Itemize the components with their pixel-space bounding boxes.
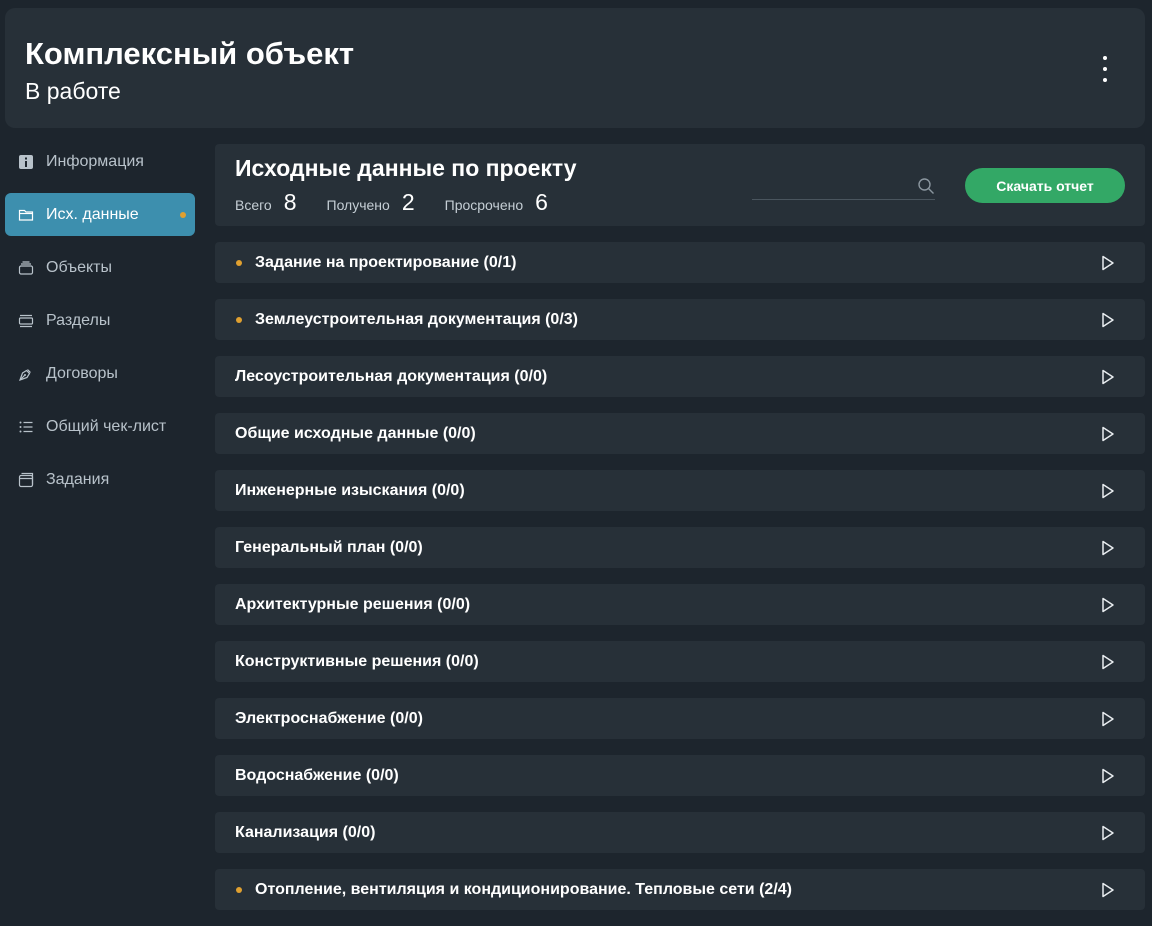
project-title: Комплексный объект (25, 36, 355, 71)
play-arrow-icon (1102, 312, 1114, 328)
section-label: Задание на проектирование (0/1) (255, 253, 517, 271)
layers-icon (18, 313, 34, 329)
stat-total-value: 8 (283, 189, 297, 215)
source-data-sections: Задание на проектирование (0/1) Землеуст… (215, 242, 1145, 926)
section-label: Землеустроительная документация (0/3) (255, 310, 578, 328)
section-label: Инженерные изыскания (0/0) (235, 481, 465, 499)
search-icon[interactable] (917, 177, 935, 195)
more-options-icon[interactable] (1095, 56, 1115, 82)
play-arrow-icon (1102, 255, 1114, 271)
sidebar-item-label: Разделы (46, 311, 111, 329)
section-row[interactable]: Водоснабжение (0/0) (215, 755, 1145, 796)
info-icon (18, 154, 34, 170)
sidebar-item-sections[interactable]: Разделы (5, 299, 195, 342)
play-arrow-icon (1102, 426, 1114, 442)
panel-title: Исходные данные по проекту (235, 155, 577, 181)
section-label: Канализация (0/0) (235, 823, 376, 841)
sidebar-item-contracts[interactable]: Договоры (5, 352, 195, 395)
sidebar-item-objects[interactable]: Объекты (5, 246, 195, 289)
sidebar-item-tasks[interactable]: Задания (5, 458, 195, 501)
section-label: Общие исходные данные (0/0) (235, 424, 476, 442)
folder-icon (18, 207, 34, 223)
section-label: Конструктивные решения (0/0) (235, 652, 479, 670)
play-arrow-icon (1102, 483, 1114, 499)
sidebar-item-label: Информация (46, 152, 144, 170)
sidebar: Информация Исх. данные Объекты Разделы Д… (5, 140, 195, 511)
section-row[interactable]: Отопление, вентиляция и кондиционировани… (215, 869, 1145, 910)
search-field (752, 169, 935, 200)
stack-icon (18, 260, 34, 276)
section-row[interactable]: Архитектурные решения (0/0) (215, 584, 1145, 625)
sidebar-item-info[interactable]: Информация (5, 140, 195, 183)
pen-nib-icon (18, 366, 34, 382)
checklist-icon (18, 419, 34, 435)
stats-bar: Всего 8 Получено 2 Просрочено 6 (235, 189, 578, 216)
stat-received-label: Получено (326, 197, 390, 213)
section-row[interactable]: Землеустроительная документация (0/3) (215, 299, 1145, 340)
project-status: В работе (25, 78, 121, 104)
stat-overdue-label: Просрочено (444, 197, 524, 213)
section-label: Электроснабжение (0/0) (235, 709, 423, 727)
section-row[interactable]: Генеральный план (0/0) (215, 527, 1145, 568)
play-arrow-icon (1102, 825, 1114, 841)
section-label: Архитектурные решения (0/0) (235, 595, 471, 613)
section-row[interactable]: Общие исходные данные (0/0) (215, 413, 1145, 454)
section-row[interactable]: Задание на проектирование (0/1) (215, 242, 1145, 283)
tasks-icon (18, 472, 34, 488)
status-dot (236, 887, 242, 893)
play-arrow-icon (1102, 597, 1114, 613)
sidebar-item-checklist[interactable]: Общий чек-лист (5, 405, 195, 448)
sidebar-item-source-data[interactable]: Исх. данные (5, 193, 195, 236)
stat-overdue-value: 6 (535, 189, 548, 215)
play-arrow-icon (1102, 654, 1114, 670)
section-row[interactable]: Конструктивные решения (0/0) (215, 641, 1145, 682)
sidebar-item-label: Общий чек-лист (46, 417, 167, 435)
download-report-button[interactable]: Скачать отчет (965, 168, 1125, 203)
status-dot (236, 317, 242, 323)
play-arrow-icon (1102, 882, 1114, 898)
section-row[interactable]: Электроснабжение (0/0) (215, 698, 1145, 739)
search-input[interactable] (752, 169, 912, 199)
section-row[interactable]: Канализация (0/0) (215, 812, 1145, 853)
section-row[interactable]: Лесоустроительная документация (0/0) (215, 356, 1145, 397)
section-row[interactable]: Инженерные изыскания (0/0) (215, 470, 1145, 511)
sidebar-item-label: Задания (46, 470, 110, 488)
notification-dot (180, 212, 186, 218)
status-dot (236, 260, 242, 266)
play-arrow-icon (1102, 768, 1114, 784)
stat-received-value: 2 (401, 189, 415, 215)
sidebar-item-label: Исх. данные (46, 205, 139, 223)
stat-total-label: Всего (235, 197, 272, 213)
section-label: Водоснабжение (0/0) (235, 766, 399, 784)
section-label: Отопление, вентиляция и кондиционировани… (255, 880, 792, 898)
source-data-summary: Исходные данные по проекту Всего 8 Получ… (215, 144, 1145, 226)
section-label: Генеральный план (0/0) (235, 538, 423, 556)
play-arrow-icon (1102, 711, 1114, 727)
sidebar-item-label: Объекты (46, 258, 112, 276)
sidebar-item-label: Договоры (46, 364, 118, 382)
project-header: Комплексный объект В работе (5, 8, 1145, 128)
play-arrow-icon (1102, 369, 1114, 385)
play-arrow-icon (1102, 540, 1114, 556)
section-label: Лесоустроительная документация (0/0) (235, 367, 548, 385)
